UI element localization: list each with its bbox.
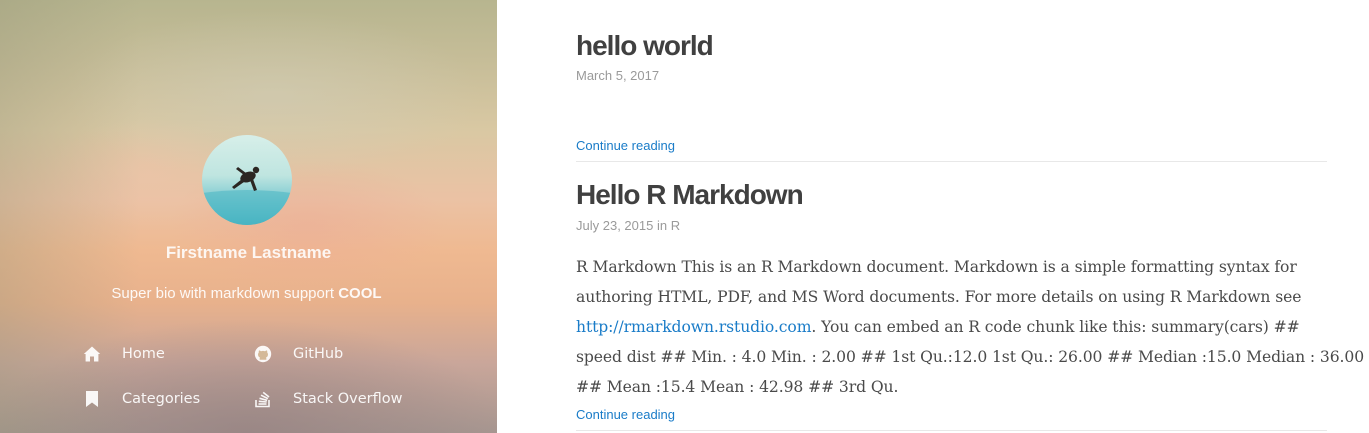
post-date: July 23, 2015 [576,218,654,233]
post-category-link[interactable]: R [671,218,680,233]
excerpt-text: . You can embed an R code chunk like thi… [811,318,1300,336]
post-meta-in: in [656,218,668,233]
excerpt-line: http://rmarkdown.rstudio.com. You can em… [576,312,1327,342]
nav-item-stack-overflow[interactable]: Stack Overflow [254,388,403,410]
home-icon [83,345,101,363]
nav-item-categories[interactable]: Categories [83,388,200,410]
post-meta: July 23, 2015 in R [576,218,680,233]
nav-item-home-label: Home [122,346,165,362]
post-title[interactable]: hello world [576,30,714,62]
continue-reading-link[interactable]: Continue reading [576,407,675,422]
nav-item-stack-overflow-label: Stack Overflow [293,391,403,407]
avatar-photo-icon [202,166,292,225]
nav-item-github-label: GitHub [293,346,344,362]
rmarkdown-link[interactable]: http://rmarkdown.rstudio.com [576,318,812,336]
nav-item-home[interactable]: Home [83,343,165,365]
author-bio-bold: COOL [338,285,382,302]
excerpt-line: speed dist ## Min. : 4.0 Min. : 2.00 ## … [576,348,1365,366]
post-title[interactable]: Hello R Markdown [576,179,804,211]
author-name: Firstname Lastname [165,243,332,262]
post-date: March 5, 2017 [576,68,660,83]
continue-reading-link[interactable]: Continue reading [576,138,675,153]
post-divider [576,430,1327,431]
nav-item-categories-label: Categories [122,391,201,407]
excerpt-line: ## Mean :15.4 Mean : 42.98 ## 3rd Qu. [576,378,899,396]
post-list: hello world March 5, 2017 Continue readi… [576,0,1365,433]
sidebar: Firstname Lastname Super bio with markdo… [0,0,497,433]
post-excerpt: R Markdown This is an R Markdown documen… [576,252,1365,402]
author-bio: Super bio with markdown support COOL [0,285,493,302]
author-bio-text: Super bio with markdown support [111,285,335,302]
post-divider [576,161,1327,162]
excerpt-line: R Markdown This is an R Markdown documen… [576,258,1297,276]
bookmark-icon [83,390,101,408]
github-icon [254,345,272,363]
sidebar-background [0,0,140,433]
avatar [202,135,292,225]
excerpt-line: authoring HTML, PDF, and MS Word documen… [576,288,1302,306]
nav-item-github[interactable]: GitHub [254,343,343,365]
stack-overflow-icon [254,390,272,408]
